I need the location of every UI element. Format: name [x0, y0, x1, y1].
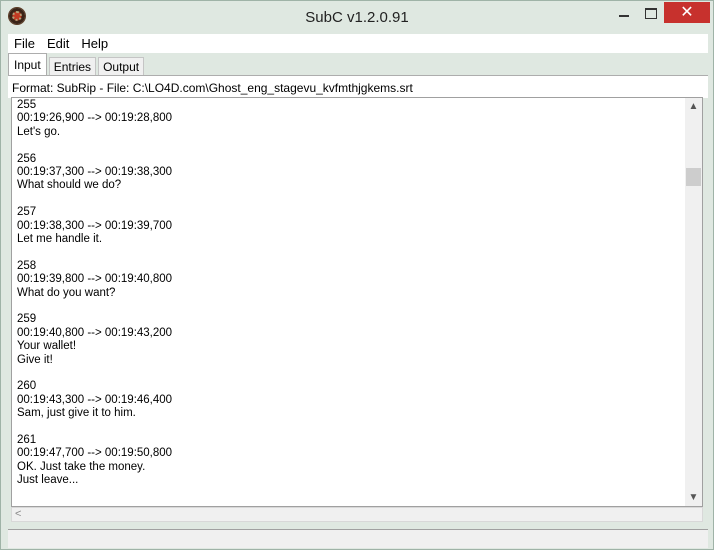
- entry-timing: 00:19:38,300 --> 00:19:39,700: [17, 219, 173, 232]
- entry-timing: 00:19:37,300 --> 00:19:38,300: [17, 166, 173, 179]
- format-info: Format: SubRip - File: C:\LO4D.com\Ghost…: [12, 81, 413, 95]
- subtitle-entry: 261 00:19:47,700 --> 00:19:50,800 OK. Just…: [12, 434, 682, 488]
- tab-input[interactable]: Input: [8, 53, 47, 75]
- entry-text-line: Give it!: [17, 353, 53, 366]
- subtitle-content: 255 00:19:26,900 --> 00:19:28,800 Let's go…: [12, 98, 682, 488]
- entry-text-line: What should we do?: [17, 179, 122, 192]
- subtitle-entry: 257 00:19:38,300 --> 00:19:39,700 Let me h…: [12, 206, 682, 246]
- horizontal-scrollbar[interactable]: <: [11, 507, 703, 522]
- entry-timing: 00:19:40,800 --> 00:19:43,200: [17, 326, 173, 339]
- subtitle-entry: 255 00:19:26,900 --> 00:19:28,800 Let's go…: [12, 99, 682, 139]
- vertical-scrollbar[interactable]: ▲ ▼: [685, 98, 702, 506]
- entry-number: 261: [17, 434, 37, 447]
- subtitle-text-area[interactable]: 255 00:19:26,900 --> 00:19:28,800 Let's go…: [11, 97, 703, 507]
- menu-edit[interactable]: Edit: [41, 36, 75, 51]
- close-button[interactable]: ✕: [664, 2, 710, 23]
- menu-bar: File Edit Help: [8, 34, 708, 53]
- entry-timing: 00:19:39,800 --> 00:19:40,800: [17, 273, 173, 286]
- title-bar[interactable]: SubC v1.2.0.91 ✕: [1, 1, 713, 33]
- app-window: SubC v1.2.0.91 ✕ File Edit Help Input En…: [0, 0, 714, 550]
- entry-separator: [12, 246, 682, 259]
- menu-file[interactable]: File: [8, 36, 41, 51]
- scroll-down-icon[interactable]: ▼: [685, 489, 702, 506]
- entry-timing: 00:19:26,900 --> 00:19:28,800: [17, 112, 173, 125]
- entry-separator: [12, 421, 682, 434]
- close-icon: ✕: [680, 3, 694, 21]
- minimize-button[interactable]: [610, 2, 638, 24]
- entry-text-line: Your wallet!: [17, 340, 77, 353]
- entry-number: 259: [17, 313, 37, 326]
- entry-number: 257: [17, 206, 37, 219]
- status-bar: [8, 529, 708, 548]
- subtitle-entry: 259 00:19:40,800 --> 00:19:43,200 Your wal…: [12, 313, 682, 367]
- entry-separator: [12, 300, 682, 313]
- menu-help[interactable]: Help: [75, 36, 114, 51]
- entry-text-line: Let me handle it.: [17, 233, 103, 246]
- entry-separator: [12, 193, 682, 206]
- scroll-up-icon[interactable]: ▲: [685, 98, 702, 115]
- subtitle-entry: 256 00:19:37,300 --> 00:19:38,300 What sho…: [12, 153, 682, 193]
- entry-number: 255: [17, 99, 37, 111]
- scroll-thumb[interactable]: [686, 168, 701, 186]
- maximize-icon: [645, 7, 657, 19]
- tab-output[interactable]: Output: [98, 57, 145, 75]
- entry-separator: [12, 139, 682, 152]
- window-title: SubC v1.2.0.91: [305, 9, 409, 26]
- entry-timing: 00:19:47,700 --> 00:19:50,800: [17, 447, 173, 460]
- format-panel: Format: SubRip - File: C:\LO4D.com\Ghost…: [8, 75, 708, 98]
- entry-separator: [12, 367, 682, 380]
- minimize-icon: [619, 15, 629, 17]
- subtitle-entry: 258 00:19:39,800 --> 00:19:40,800 What do …: [12, 260, 682, 300]
- entry-text-line: Just leave...: [17, 474, 79, 487]
- entry-text-line: OK. Just take the money.: [17, 460, 146, 473]
- tab-strip: Input Entries Output: [8, 53, 146, 75]
- entry-number: 258: [17, 259, 37, 272]
- entry-text-line: Let's go.: [17, 125, 61, 138]
- entry-number: 256: [17, 152, 37, 165]
- tab-entries[interactable]: Entries: [48, 57, 97, 75]
- scroll-left-icon[interactable]: <: [15, 508, 21, 520]
- maximize-button[interactable]: [638, 2, 664, 24]
- entry-number: 260: [17, 380, 37, 393]
- entry-text-line: Sam, just give it to him.: [17, 407, 136, 420]
- subtitle-entry: 260 00:19:43,300 --> 00:19:46,400 Sam, jus…: [12, 380, 682, 420]
- entry-timing: 00:19:43,300 --> 00:19:46,400: [17, 393, 173, 406]
- entry-text-line: What do you want?: [17, 286, 116, 299]
